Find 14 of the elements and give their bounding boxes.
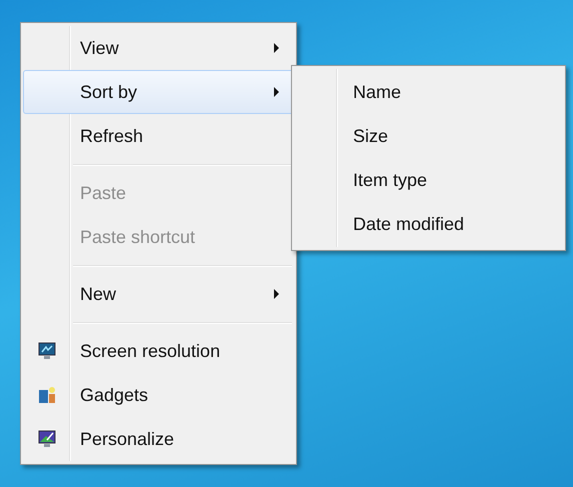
menu-item[interactable]: Refresh [23, 114, 294, 158]
menu-item[interactable]: New [23, 272, 294, 316]
monitor-icon [38, 342, 56, 360]
menu-item[interactable]: Size [294, 114, 563, 158]
menu-item[interactable]: Name [294, 70, 563, 114]
menu-item[interactable]: Gadgets [23, 373, 294, 417]
menu-item[interactable]: Screen resolution [23, 329, 294, 373]
menu-item[interactable]: View [23, 26, 294, 70]
menu-item[interactable]: Personalize [23, 417, 294, 461]
menu-item[interactable]: Item type [294, 158, 563, 202]
monitor-icon [38, 430, 56, 448]
gadgets-icon [38, 386, 56, 404]
menu-item[interactable]: Date modified [294, 202, 563, 246]
menu-item[interactable]: Sort by [23, 70, 294, 114]
